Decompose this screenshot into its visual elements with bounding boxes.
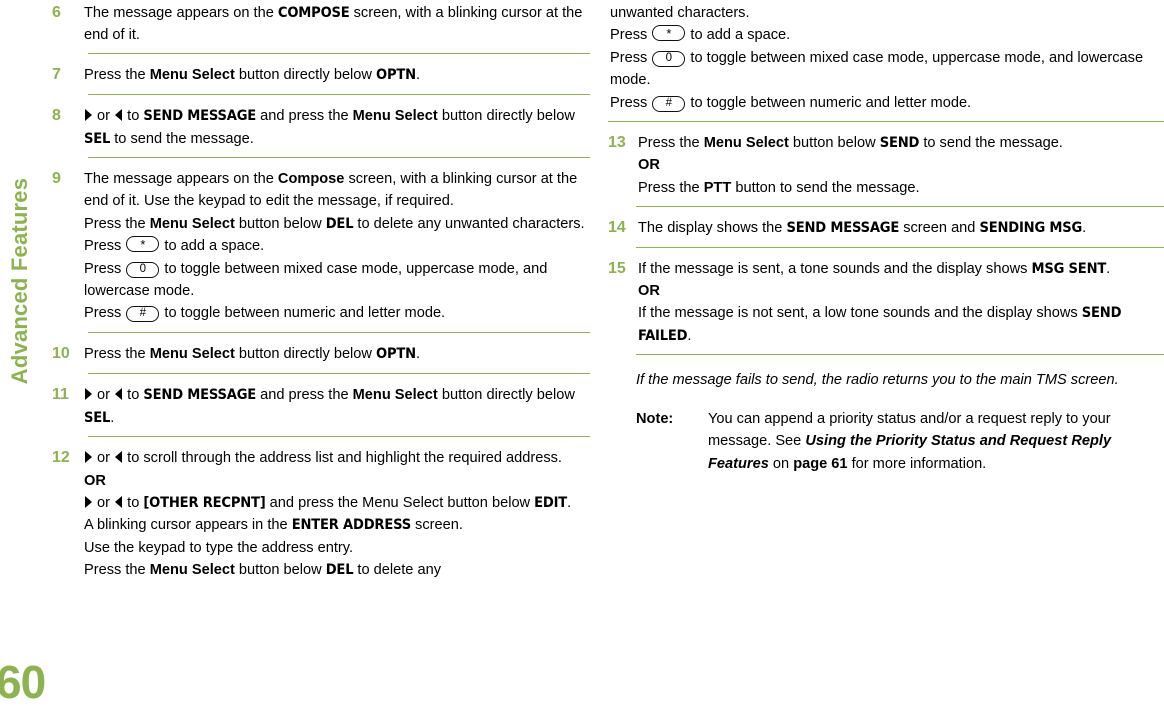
step-text: or to SEND MESSAGE and press the Menu Se…: [84, 386, 575, 426]
step-divider: [636, 206, 1164, 208]
term-send-message: SEND MESSAGE: [143, 107, 257, 125]
left-column: 6 The message appears on the COMPOSE scr…: [52, 0, 590, 582]
key-zero-icon: 0: [652, 50, 686, 67]
step-number: 6: [52, 4, 61, 21]
term-send: SEND: [879, 134, 920, 152]
step-number: 8: [52, 107, 61, 125]
step-8: 8 or to SEND MESSAGE and press the Menu …: [52, 105, 590, 150]
italic-note-paragraph: If the message fails to send, the radio …: [636, 372, 1119, 389]
term-send-message: SEND MESSAGE: [143, 386, 257, 404]
term-optn: OPTN: [376, 65, 416, 83]
step-number: 9: [52, 170, 61, 188]
step-10: 10 Press the Menu Select button directly…: [52, 343, 590, 365]
note-text-part3: for more information.: [847, 455, 987, 472]
arrow-right-icon: [85, 109, 92, 122]
note-label: Note:: [636, 410, 674, 427]
step-text: or to SEND MESSAGE and press the Menu Se…: [84, 107, 575, 147]
step-number: 11: [52, 386, 69, 404]
step-text: The message appears on the Compose scree…: [84, 171, 585, 323]
term-compose-upper: COMPOSE: [277, 4, 350, 21]
term-or: OR: [638, 157, 660, 174]
step-divider: [636, 354, 1164, 356]
note-block: Note: You can append a priority status a…: [608, 408, 1164, 475]
term-menu-select: Menu Select: [149, 562, 235, 579]
term-del: DEL: [325, 561, 354, 579]
step-divider: [88, 157, 590, 159]
step-text: or to scroll through the address list an…: [84, 450, 572, 579]
step-12-continuation: unwanted characters. Press * to add a sp…: [608, 2, 1164, 114]
step-text: The display shows the SEND MESSAGE scree…: [638, 219, 1087, 237]
step-text: The message appears on the COMPOSE scree…: [84, 4, 583, 44]
step-6: 6 The message appears on the COMPOSE scr…: [52, 2, 590, 47]
step-number: 12: [52, 449, 70, 467]
step-12: 12 or to scroll through the address list…: [52, 447, 590, 581]
term-send-message: SEND MESSAGE: [786, 219, 900, 237]
term-menu-select: Menu Select: [149, 66, 235, 83]
step-divider: [88, 436, 590, 438]
term-edit: EDIT: [534, 493, 568, 511]
step-text: Press the Menu Select button directly be…: [84, 344, 421, 362]
step-13: 13 Press the Menu Select button below SE…: [608, 132, 1164, 199]
term-sel: SEL: [84, 408, 111, 426]
arrow-left-icon: [115, 451, 123, 464]
page-content: 6 The message appears on the COMPOSE scr…: [0, 0, 1164, 699]
step-9: 9 The message appears on the Compose scr…: [52, 168, 590, 325]
term-optn: OPTN: [376, 344, 416, 362]
step-number: 15: [608, 259, 626, 277]
step-text: Press the Menu Select button directly be…: [84, 65, 421, 83]
arrow-left-icon: [115, 495, 123, 508]
step-number: 14: [608, 219, 626, 237]
term-other-recpnt: [OTHER RECPNT]: [143, 493, 266, 511]
term-menu-select: Menu Select: [352, 108, 438, 125]
key-hash-icon: #: [126, 306, 160, 323]
arrow-right-icon: [85, 451, 92, 464]
step-divider: [88, 373, 590, 375]
step-divider: [88, 94, 590, 96]
step-text: Press the Menu Select button below SEND …: [638, 134, 1063, 196]
step-15: 15 If the message is sent, a tone sounds…: [608, 258, 1164, 348]
note-text-part2: on: [768, 455, 794, 472]
term-menu-select: Menu Select: [149, 215, 235, 232]
key-star-icon: *: [652, 25, 686, 42]
term-menu-select: Menu Select: [703, 135, 789, 152]
step-divider: [88, 52, 590, 54]
step-divider: [88, 331, 590, 333]
term-or: OR: [638, 283, 660, 300]
step-11: 11 or to SEND MESSAGE and press the Menu…: [52, 384, 590, 429]
term-sending-msg: SENDING MSG: [979, 219, 1083, 237]
continuation-text: unwanted characters. Press * to add a sp…: [610, 5, 1144, 112]
arrow-right-icon: [85, 495, 92, 508]
right-column: unwanted characters. Press * to add a sp…: [608, 0, 1164, 475]
arrow-left-icon: [115, 388, 123, 401]
step-divider: [636, 246, 1164, 248]
term-enter-address: ENTER ADDRESS: [291, 516, 411, 534]
step-number: 7: [52, 65, 61, 83]
step-text: If the message is sent, a tone sounds an…: [638, 259, 1122, 344]
step-divider: [608, 121, 1164, 123]
term-menu-select: Menu Select: [352, 387, 438, 404]
key-hash-icon: #: [652, 95, 686, 112]
step-14: 14 The display shows the SEND MESSAGE sc…: [608, 217, 1164, 239]
term-or: OR: [84, 472, 106, 489]
note-body: You can append a priority status and/or …: [708, 408, 1164, 475]
key-star-icon: *: [126, 236, 160, 253]
step-7: 7 Press the Menu Select button directly …: [52, 64, 590, 86]
term-ptt: PTT: [703, 179, 732, 196]
term-del: DEL: [325, 214, 354, 232]
term-msg-sent: MSG SENT: [1031, 259, 1107, 277]
term-compose-mixed: Compose: [277, 171, 345, 188]
term-menu-select: Menu Select: [149, 345, 235, 362]
term-send-failed: SEND FAILED: [638, 304, 1122, 344]
arrow-right-icon: [85, 388, 92, 401]
note-page-reference: page 61: [793, 455, 848, 472]
step-number: 10: [52, 344, 70, 362]
key-zero-icon: 0: [126, 261, 160, 278]
step-number: 13: [608, 134, 626, 152]
term-sel: SEL: [84, 129, 111, 147]
arrow-left-icon: [115, 109, 123, 122]
